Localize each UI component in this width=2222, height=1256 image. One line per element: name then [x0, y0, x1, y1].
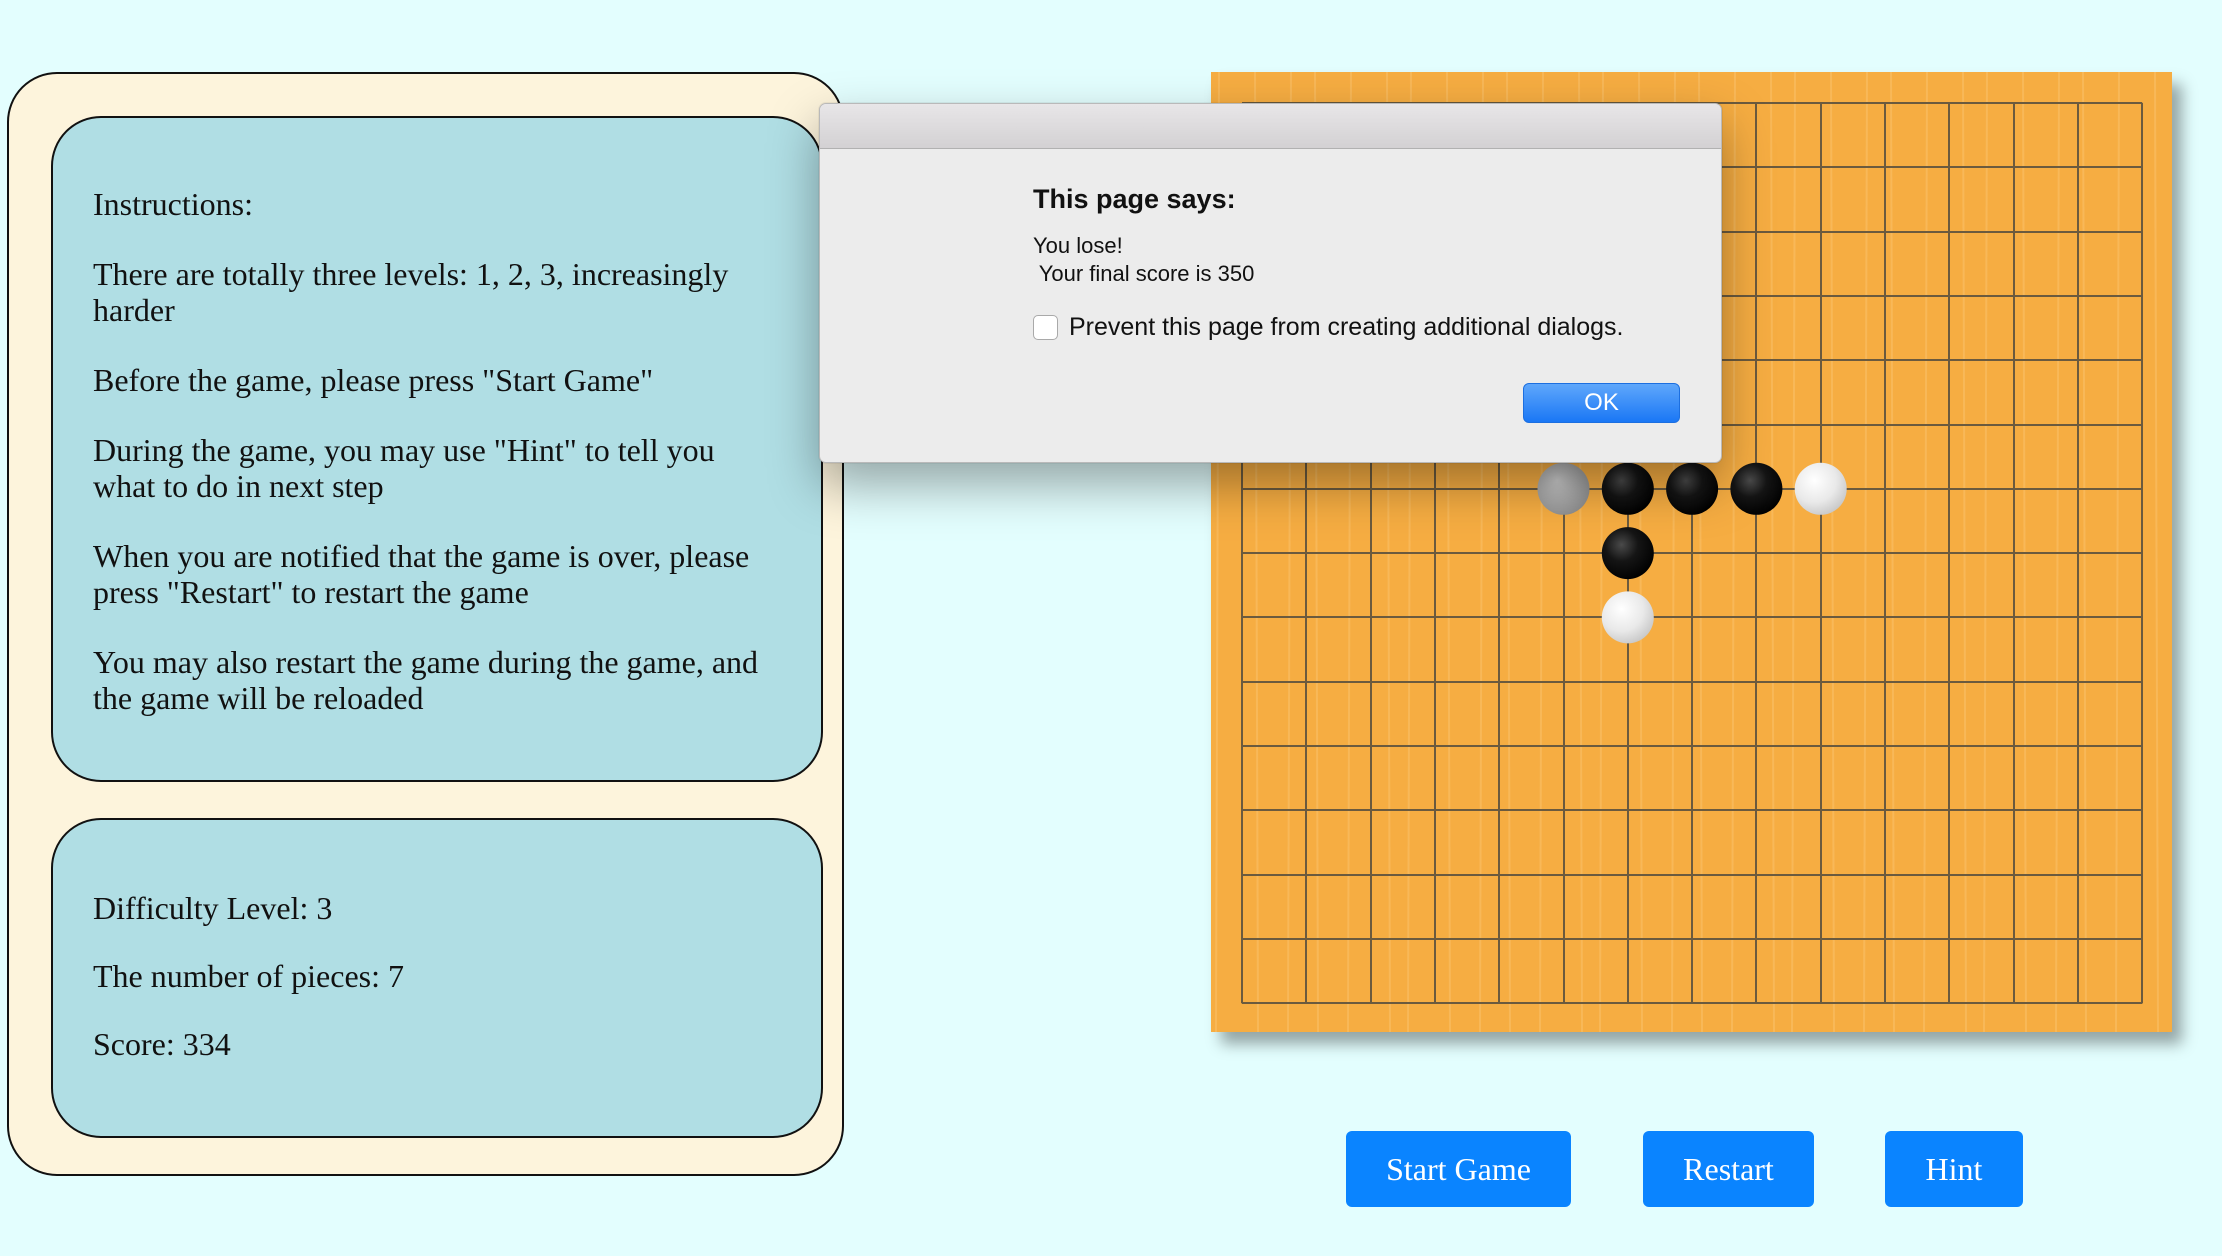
instruction-line: During the game, you may use "Hint" to t… — [93, 432, 715, 504]
white-stone — [1794, 462, 1847, 515]
gray-stone — [1537, 462, 1590, 515]
info-panel: Instructions: There are totally three le… — [7, 72, 844, 1176]
status-card: Difficulty Level: 3 The number of pieces… — [51, 818, 823, 1138]
difficulty-level: Difficulty Level: 3 — [93, 890, 333, 926]
prevent-dialogs-checkbox[interactable] — [1033, 315, 1058, 340]
instruction-line: You may also restart the game during the… — [93, 644, 759, 716]
instructions-heading: Instructions: — [93, 186, 253, 222]
black-stone — [1666, 462, 1719, 515]
score: Score: 334 — [93, 1026, 231, 1062]
black-stone — [1730, 462, 1783, 515]
instruction-line: Before the game, please press "Start Gam… — [93, 362, 654, 398]
instruction-line: There are totally three levels: 1, 2, 3,… — [93, 256, 729, 328]
black-stone — [1601, 527, 1654, 580]
dialog-titlebar[interactable] — [820, 104, 1721, 149]
instructions-card: Instructions: There are totally three le… — [51, 116, 823, 782]
dialog-message: You lose! Your final score is 350 — [1033, 233, 1255, 286]
restart-button[interactable]: Restart — [1643, 1131, 1814, 1207]
hint-button[interactable]: Hint — [1885, 1131, 2023, 1207]
instruction-line: When you are notified that the game is o… — [93, 538, 750, 610]
white-stone — [1601, 591, 1654, 644]
alert-dialog: This page says: You lose! Your final sco… — [819, 103, 1722, 463]
start-game-button[interactable]: Start Game — [1346, 1131, 1571, 1207]
black-stone — [1601, 462, 1654, 515]
ok-button[interactable]: OK — [1523, 383, 1680, 423]
prevent-dialogs-option[interactable]: Prevent this page from creating addition… — [1033, 313, 1624, 342]
piece-count: The number of pieces: 7 — [93, 958, 404, 994]
dialog-heading: This page says: — [1033, 184, 1236, 214]
prevent-dialogs-label[interactable]: Prevent this page from creating addition… — [1069, 313, 1624, 342]
